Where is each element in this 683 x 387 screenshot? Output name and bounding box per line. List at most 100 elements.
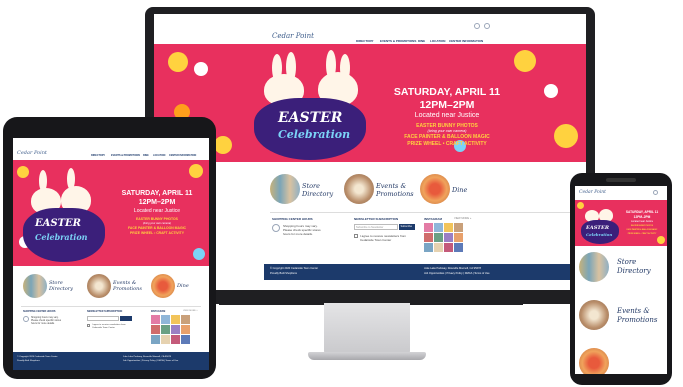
agree-text: I agree to receive newsletters from <box>92 324 126 326</box>
subscribe-button[interactable]: Subscribe <box>399 224 415 230</box>
instagram-photo[interactable] <box>454 233 463 242</box>
hours-title: SHOPPING CENTER HOURS <box>272 217 313 221</box>
instagram-photo[interactable] <box>444 243 453 252</box>
instagram-photo[interactable] <box>454 243 463 252</box>
desktop-screen: Cedar Point DIRECTORY EVENTS & PROMOTION… <box>154 14 586 290</box>
instagram-photo[interactable] <box>454 223 463 232</box>
store-directory-label-2[interactable]: Directory <box>49 286 73 292</box>
promo-location: Located near Justice <box>414 112 480 119</box>
instagram-photo[interactable] <box>434 243 443 252</box>
nav-dine[interactable]: DINE <box>143 154 149 157</box>
nav-directory[interactable]: DIRECTORY <box>91 154 105 157</box>
hours-title: SHOPPING CENTER HOURS <box>23 310 56 313</box>
promo-banner[interactable]: EASTER Celebration SATURDAY, APRIL 11 12… <box>13 160 209 266</box>
hours-text-3: hours for more details. <box>31 322 55 325</box>
tablet-screen: Cedar Point DIRECTORY EVENTS & PROMOTION… <box>13 138 209 370</box>
facebook-icon[interactable] <box>653 190 658 195</box>
nav-events[interactable]: EVENTS & PROMOTIONS <box>380 39 416 43</box>
instagram-photo[interactable] <box>161 315 170 324</box>
events-promotions-image[interactable] <box>579 300 609 330</box>
nav-center-information[interactable]: CENTER INFORMATION <box>169 154 196 157</box>
dine-image[interactable] <box>151 274 175 298</box>
instagram-photo[interactable] <box>181 315 190 324</box>
store-directory-image[interactable] <box>270 174 300 204</box>
dine-image[interactable] <box>420 174 450 204</box>
flower-decoration <box>194 62 208 76</box>
instagram-photo[interactable] <box>434 223 443 232</box>
promo-time: 12PM–2PM <box>138 199 176 206</box>
agree-checkbox[interactable] <box>87 324 90 327</box>
instagram-photo[interactable] <box>181 335 190 344</box>
events-label-1[interactable]: Events & <box>376 182 406 190</box>
instagram-icon[interactable] <box>484 23 490 29</box>
events-label-2[interactable]: Promotions <box>376 190 414 198</box>
nav-center-information[interactable]: CENTER INFORMATION <box>449 39 483 43</box>
store-directory-label-1[interactable]: Store <box>302 182 320 190</box>
dine-label[interactable]: Dine <box>452 186 467 194</box>
dine-image[interactable] <box>579 348 609 374</box>
store-directory-image[interactable] <box>579 252 609 282</box>
newsletter-title: NEWSLETTER SUBSCRIPTION <box>354 217 399 221</box>
nav-events[interactable]: EVENTS & PROMOTIONS <box>111 154 140 157</box>
store-directory-label-2[interactable]: Directory <box>617 267 651 275</box>
view-more-link[interactable]: VIEW MORE » <box>183 310 198 312</box>
instagram-photo[interactable] <box>171 335 180 344</box>
footer-links[interactable]: Job Opportunities | Privacy Policy | DMC… <box>123 360 178 362</box>
instagram-photo[interactable] <box>424 223 433 232</box>
subscribe-button[interactable] <box>120 316 132 321</box>
store-directory-image[interactable] <box>23 274 47 298</box>
promo-banner[interactable]: EASTER Celebration SATURDAY, APRIL 11 12… <box>575 200 667 246</box>
instagram-photo[interactable] <box>171 315 180 324</box>
events-label-2[interactable]: Promotions <box>113 286 142 292</box>
nav-dine[interactable]: DINE <box>418 39 425 43</box>
store-directory-label-2[interactable]: Directory <box>302 190 333 198</box>
promo-date: SATURDAY, APRIL 11 <box>625 210 659 214</box>
divider <box>21 306 201 307</box>
instagram-photo[interactable] <box>444 223 453 232</box>
agree-checkbox[interactable] <box>354 234 358 238</box>
instagram-photo[interactable] <box>424 243 433 252</box>
events-label-1[interactable]: Events & <box>617 307 650 315</box>
footer-links[interactable]: Job Opportunities | Privacy Policy | DMC… <box>424 272 490 275</box>
facebook-icon[interactable] <box>474 23 480 29</box>
nav-location[interactable]: LOCATION <box>430 39 445 43</box>
easter-title: EASTER <box>586 225 609 231</box>
site-logo[interactable]: Cedar Point <box>272 32 314 40</box>
instagram-photo[interactable] <box>424 233 433 242</box>
store-directory-label-1[interactable]: Store <box>617 258 636 266</box>
nav-directory[interactable]: DIRECTORY <box>356 39 374 43</box>
instagram-photo[interactable] <box>151 315 160 324</box>
clock-icon <box>23 316 29 322</box>
instagram-photo[interactable] <box>444 233 453 242</box>
desktop-monitor-stand <box>324 303 410 355</box>
promo-date: SATURDAY, APRIL 11 <box>393 86 501 98</box>
events-promotions-image[interactable] <box>87 274 111 298</box>
promo-line3: PRIZE WHEEL • CRAFT ACTIVITY <box>130 231 184 235</box>
phone-speaker <box>606 178 636 182</box>
promo-line2: FACE PAINTER & BALLOON MAGIC <box>128 226 186 230</box>
site-footer: © Copyright 2020 Cedarside Town Center P… <box>13 352 209 370</box>
dine-label[interactable]: Dine <box>177 283 189 289</box>
flower-decoration <box>189 164 203 178</box>
nav-location[interactable]: LOCATION <box>153 154 165 157</box>
newsletter-input[interactable] <box>87 316 119 321</box>
site-logo[interactable]: Cedar Point <box>579 190 606 195</box>
flower-decoration <box>214 136 232 154</box>
view-more-link[interactable]: VIEW MORE » <box>454 217 471 220</box>
instagram-photo[interactable] <box>151 325 160 334</box>
footer-designed: Proudly Built Shopforce <box>17 360 40 362</box>
clock-icon <box>272 224 280 232</box>
instagram-photo[interactable] <box>161 325 170 334</box>
instagram-photo[interactable] <box>171 325 180 334</box>
flower-decoration <box>17 166 29 178</box>
instagram-photo[interactable] <box>161 335 170 344</box>
easter-title: EASTER <box>278 110 343 126</box>
instagram-photo[interactable] <box>181 325 190 334</box>
instagram-photo[interactable] <box>434 233 443 242</box>
site-logo[interactable]: Cedar Point <box>17 150 47 156</box>
events-promotions-image[interactable] <box>344 174 374 204</box>
events-label-2[interactable]: Promotions <box>617 316 658 324</box>
instagram-photo[interactable] <box>151 335 160 344</box>
newsletter-input[interactable]: Subscribe to Newsletter <box>354 224 398 230</box>
promo-banner[interactable]: EASTER Celebration SATURDAY, APRIL 11 12… <box>154 44 586 162</box>
